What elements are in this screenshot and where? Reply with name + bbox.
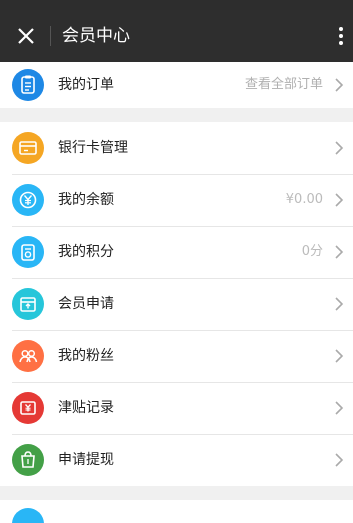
- chevron-right-icon: [335, 297, 344, 311]
- title-bar: 会员中心: [0, 10, 353, 62]
- screen: 会员中心 我的订单 查看全部订单 银行卡管理 我的余额 ¥0.00 我的积分 0…: [0, 0, 353, 523]
- clipboard-icon: [12, 69, 44, 101]
- section-gap: [0, 108, 353, 122]
- bank-card-icon: [12, 132, 44, 164]
- allowance-icon: [12, 392, 44, 424]
- points-icon: [12, 236, 44, 268]
- order-group: 我的订单 查看全部订单: [0, 62, 353, 108]
- menu-group: 银行卡管理 我的余额 ¥0.00 我的积分 0分 会员申请 我的粉丝 津贴记录 …: [0, 122, 353, 486]
- member-apply-icon: [12, 288, 44, 320]
- menu-item-bank-card[interactable]: 银行卡管理: [0, 122, 353, 174]
- fans-icon: [12, 340, 44, 372]
- my-orders-label: 我的订单: [58, 77, 114, 93]
- section-gap: [0, 486, 353, 500]
- menu-item-partial[interactable]: [0, 500, 353, 523]
- menu-item-value: 0分: [301, 244, 323, 259]
- more-button[interactable]: [333, 22, 349, 50]
- chevron-right-icon: [335, 349, 344, 363]
- more-vertical-icon: [339, 27, 343, 45]
- title-divider: [50, 26, 51, 46]
- menu-item-label: 我的积分: [58, 244, 114, 260]
- menu-item-points[interactable]: 我的积分 0分: [0, 226, 353, 278]
- menu-item-label: 会员申请: [58, 296, 114, 312]
- menu-item-allowance[interactable]: 津贴记录: [0, 382, 353, 434]
- view-all-orders-link[interactable]: 查看全部订单: [245, 74, 323, 96]
- chevron-right-icon: [335, 401, 344, 415]
- menu-item-member-apply[interactable]: 会员申请: [0, 278, 353, 330]
- close-icon: [18, 28, 34, 44]
- status-bar: [0, 0, 353, 10]
- chevron-right-icon: [335, 193, 344, 207]
- close-button[interactable]: [12, 22, 40, 50]
- partial-item-icon: [12, 508, 44, 523]
- yuan-coin-icon: [12, 184, 44, 216]
- menu-item-fans[interactable]: 我的粉丝: [0, 330, 353, 382]
- withdraw-icon: [12, 444, 44, 476]
- chevron-right-icon: [335, 245, 344, 259]
- menu-item-label: 我的粉丝: [58, 348, 114, 364]
- chevron-right-icon: [335, 453, 344, 467]
- menu-item-label: 津贴记录: [58, 400, 114, 416]
- menu-item-withdraw[interactable]: 申请提现: [0, 434, 353, 486]
- page-title: 会员中心: [62, 26, 130, 46]
- menu-item-label: 我的余额: [58, 192, 114, 208]
- chevron-right-icon: [335, 141, 344, 155]
- menu-item-label: 申请提现: [58, 452, 114, 468]
- my-orders-row[interactable]: 我的订单 查看全部订单: [0, 62, 353, 108]
- menu-item-value: ¥0.00: [285, 192, 323, 207]
- menu-item-label: 银行卡管理: [58, 140, 128, 156]
- chevron-right-icon: [335, 78, 344, 92]
- menu-item-balance[interactable]: 我的余额 ¥0.00: [0, 174, 353, 226]
